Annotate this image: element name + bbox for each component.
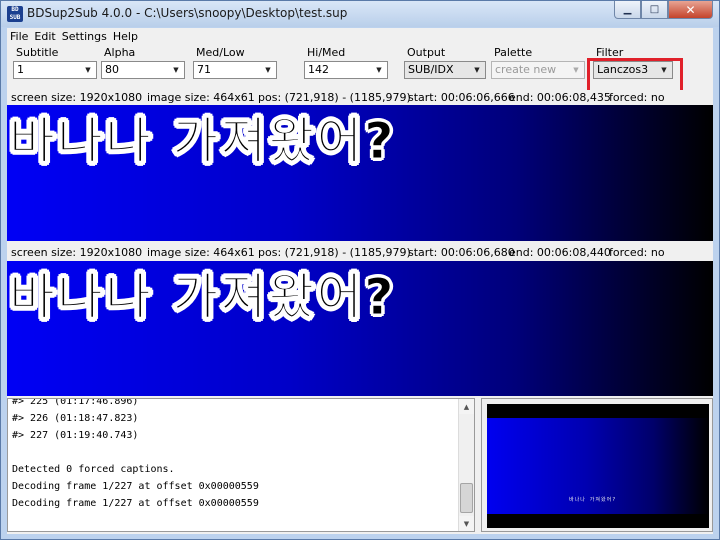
scroll-down-arrow-icon[interactable]: ▼	[459, 516, 474, 531]
target-forced: forced: no	[609, 246, 665, 259]
bdsup2sub-app-icon[interactable]: BD SUB	[7, 6, 23, 22]
target-start: start: 00:06:06,680	[408, 246, 515, 259]
menu-file[interactable]: File	[7, 28, 31, 46]
target-subtitle-image: 바나나 가져왔어?	[8, 268, 396, 327]
controls-row: Subtitle 1 ▼ Alpha Threshold 80 ▼ Med/Lo…	[7, 46, 713, 104]
chevron-down-icon[interactable]: ▼	[168, 62, 184, 78]
log-line: Decoding frame 1/227 at offset 0x0000055…	[12, 498, 259, 509]
hi-med-threshold-label: Hi/Med Threshold	[307, 46, 361, 73]
source-subtitle-image: 바나나 가져왔어?	[8, 112, 396, 171]
target-info-bar: screen size: 1920x1080 image size: 464x6…	[7, 245, 713, 260]
target-end: end: 00:06:08,440	[509, 246, 611, 259]
chevron-down-icon[interactable]: ▼	[568, 62, 584, 78]
target-preview-pane[interactable]: 바나나 가져왔어?	[7, 261, 713, 396]
alpha-threshold-control: Alpha Threshold 80 ▼	[101, 46, 185, 79]
log-line: Decoding frame 1/227 at offset 0x0000055…	[12, 481, 259, 492]
output-format-control: Output Format SUB/IDX ▼	[404, 46, 486, 79]
source-screen-size: screen size: 1920x1080	[11, 91, 143, 104]
source-image-size: image size: 464x61	[147, 91, 255, 104]
log-vertical-scrollbar[interactable]: ▲ ▼	[458, 399, 474, 531]
log-lines: #> 225 (01:17:46.896) #> 226 (01:18:47.8…	[12, 398, 452, 512]
thumbnail-panel: 바나나 가져왔어?	[481, 398, 713, 532]
maximize-button[interactable]: □	[641, 1, 668, 19]
subtitle-select[interactable]: 1 ▼	[13, 61, 97, 79]
log-line: Detected 0 forced captions.	[12, 464, 175, 475]
source-forced: forced: no	[609, 91, 665, 104]
alpha-threshold-select[interactable]: 80 ▼	[101, 61, 185, 79]
client-area: File Edit Settings Help Subtitle 1 ▼ Alp…	[7, 28, 713, 534]
output-format-label: Output Format	[407, 46, 446, 73]
subtitle-value: 1	[17, 63, 24, 76]
subtitle-label: Subtitle	[16, 46, 59, 59]
menu-help[interactable]: Help	[110, 28, 141, 46]
scroll-up-arrow-icon[interactable]: ▲	[459, 399, 474, 414]
target-pos: pos: (721,918) - (1185,979)	[258, 246, 411, 259]
title-bar[interactable]: BD SUB BDSup2Sub 4.0.0 - C:\Users\snoopy…	[1, 1, 719, 27]
log-line: #> 226 (01:18:47.823)	[12, 413, 139, 424]
source-info-bar: screen size: 1920x1080 image size: 464x6…	[7, 90, 713, 105]
palette-control: Palette create new ▼	[491, 46, 585, 79]
output-format-select[interactable]: SUB/IDX ▼	[404, 61, 486, 79]
scrollbar-thumb[interactable]	[460, 483, 473, 513]
app-window: BD SUB BDSup2Sub 4.0.0 - C:\Users\snoopy…	[0, 0, 720, 540]
med-low-threshold-label: Med/Low Threshold	[196, 46, 250, 73]
menu-edit[interactable]: Edit	[31, 28, 58, 46]
med-low-threshold-control: Med/Low Threshold 71 ▼	[193, 46, 277, 79]
log-line: #> 225 (01:17:46.896)	[12, 398, 139, 407]
close-button[interactable]: ✕	[668, 1, 713, 19]
palette-label: Palette	[494, 46, 533, 59]
menu-settings[interactable]: Settings	[59, 28, 110, 46]
output-format-value: SUB/IDX	[408, 63, 454, 76]
target-screen-size: screen size: 1920x1080	[11, 246, 143, 259]
chevron-down-icon[interactable]: ▼	[80, 62, 96, 78]
palette-value: create new	[495, 63, 557, 76]
thumbnail-subtitle: 바나나 가져왔어?	[569, 497, 617, 503]
target-image-size: image size: 464x61	[147, 246, 255, 259]
hi-med-threshold-value: 142	[308, 63, 329, 76]
source-preview-pane[interactable]: 바나나 가져왔어?	[7, 105, 713, 241]
log-line: #> 227 (01:19:40.743)	[12, 430, 139, 441]
med-low-threshold-select[interactable]: 71 ▼	[193, 61, 277, 79]
window-title: BDSup2Sub 4.0.0 - C:\Users\snoopy\Deskto…	[27, 6, 348, 20]
subtitle-control: Subtitle 1 ▼	[13, 46, 97, 79]
alpha-threshold-label: Alpha Threshold	[104, 46, 158, 73]
log-console[interactable]: #> 225 (01:17:46.896) #> 226 (01:18:47.8…	[7, 398, 475, 532]
chevron-down-icon[interactable]: ▼	[371, 62, 387, 78]
source-end: end: 00:06:08,435	[509, 91, 611, 104]
source-start: start: 00:06:06,666	[408, 91, 515, 104]
hi-med-threshold-control: Hi/Med Threshold 142 ▼	[304, 46, 388, 79]
chevron-down-icon[interactable]: ▼	[260, 62, 276, 78]
menu-bar: File Edit Settings Help	[7, 28, 713, 46]
source-pos: pos: (721,918) - (1185,979)	[258, 91, 411, 104]
minimize-button[interactable]: ▁	[614, 1, 641, 19]
chevron-down-icon[interactable]: ▼	[469, 62, 485, 78]
palette-select[interactable]: create new ▼	[491, 61, 585, 79]
med-low-threshold-value: 71	[197, 63, 211, 76]
hi-med-threshold-select[interactable]: 142 ▼	[304, 61, 388, 79]
thumbnail-preview[interactable]: 바나나 가져왔어?	[487, 404, 709, 528]
alpha-threshold-value: 80	[105, 63, 119, 76]
